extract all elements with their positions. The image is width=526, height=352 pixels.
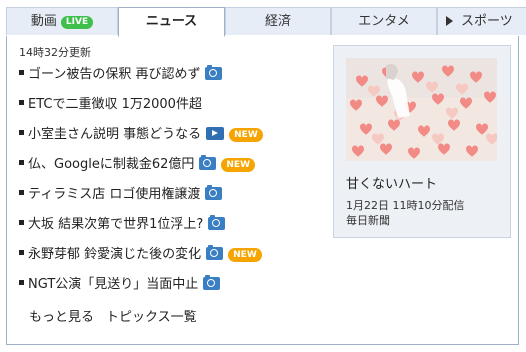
bullet-icon [19,220,24,225]
pickup-card[interactable]: 甘くないハート 1月22日 11時10分配信 毎日新聞 [333,45,511,238]
news-link[interactable]: ゴーン被告の保釈 再び認めず [28,67,200,82]
news-link[interactable]: NGT公演「見送り」当面中止 [28,277,198,292]
bullet-icon [19,250,24,255]
updated-time: 14時32分更新 [19,46,91,59]
tab-video-label: 動画 [30,14,57,29]
tab-economy[interactable]: 経済 [225,7,331,35]
news-link[interactable]: ティラミス店 ロゴ使用権譲渡 [28,187,200,202]
news-item[interactable]: 仏、Googleに制裁金62億円 NEW [19,150,319,180]
live-badge: LIVE [60,16,94,29]
news-item[interactable]: ティラミス店 ロゴ使用権譲渡 [19,180,319,210]
tab-entertainment-label: エンタメ [358,14,410,29]
news-link[interactable]: 大坂 結果次第で世界1位浮上? [28,217,203,232]
category-tabs: 動画 LIVE ニュース 経済 エンタメ スポーツ [6,7,526,37]
news-item[interactable]: ゴーン被告の保釈 再び認めず [19,60,319,90]
topics-list-link[interactable]: トピックス一覧 [106,310,197,325]
tab-video[interactable]: 動画 LIVE [6,7,118,35]
pickup-title[interactable]: 甘くないハート [346,173,437,192]
news-item[interactable]: 小室圭さん説明 事態どうなる NEW [19,120,319,150]
bullet-icon [19,130,24,135]
bullet-icon [19,160,24,165]
news-link[interactable]: ETCで二重徴収 1万2000件超 [28,97,202,112]
camera-icon [205,185,223,200]
tab-scroll-arrow-icon[interactable] [446,16,453,26]
video-icon [206,127,225,140]
new-badge: NEW [228,248,262,262]
news-list: ゴーン被告の保釈 再び認めず ETCで二重徴収 1万2000件超 小室圭さん説明… [19,60,319,300]
new-badge: NEW [229,128,263,142]
bullet-icon [19,100,24,105]
camera-icon [208,215,226,230]
new-badge: NEW [221,158,255,172]
tab-news[interactable]: ニュース [118,7,225,37]
news-item[interactable]: 大坂 結果次第で世界1位浮上? [19,210,319,240]
pickup-photo[interactable] [346,58,497,161]
camera-icon [199,155,217,170]
pickup-date: 1月22日 11時10分配信 [346,199,465,212]
bullet-icon [19,280,24,285]
bullet-icon [19,70,24,75]
camera-icon [206,245,224,260]
tab-sports-label: スポーツ [461,14,513,29]
footer-links: もっと見る トピックス一覧 [29,306,209,325]
bullet-icon [19,190,24,195]
news-item[interactable]: NGT公演「見送り」当面中止 [19,270,319,300]
news-item[interactable]: 永野芽郁 鈴愛演じた後の変化 NEW [19,240,319,270]
camera-icon [205,65,223,80]
pickup-source: 毎日新聞 [346,214,390,227]
news-item[interactable]: ETCで二重徴収 1万2000件超 [19,90,319,120]
tab-news-label: ニュース [145,14,198,29]
news-link[interactable]: 仏、Googleに制裁金62億円 [28,157,194,172]
more-link[interactable]: もっと見る [29,310,94,325]
heart-candies-image [346,58,497,161]
tab-entertainment[interactable]: エンタメ [331,7,437,35]
tab-sports[interactable]: スポーツ [437,7,526,35]
news-link[interactable]: 小室圭さん説明 事態どうなる [28,127,201,142]
news-link[interactable]: 永野芽郁 鈴愛演じた後の変化 [28,247,201,262]
tab-economy-label: 経済 [264,14,291,29]
camera-icon [203,275,221,290]
